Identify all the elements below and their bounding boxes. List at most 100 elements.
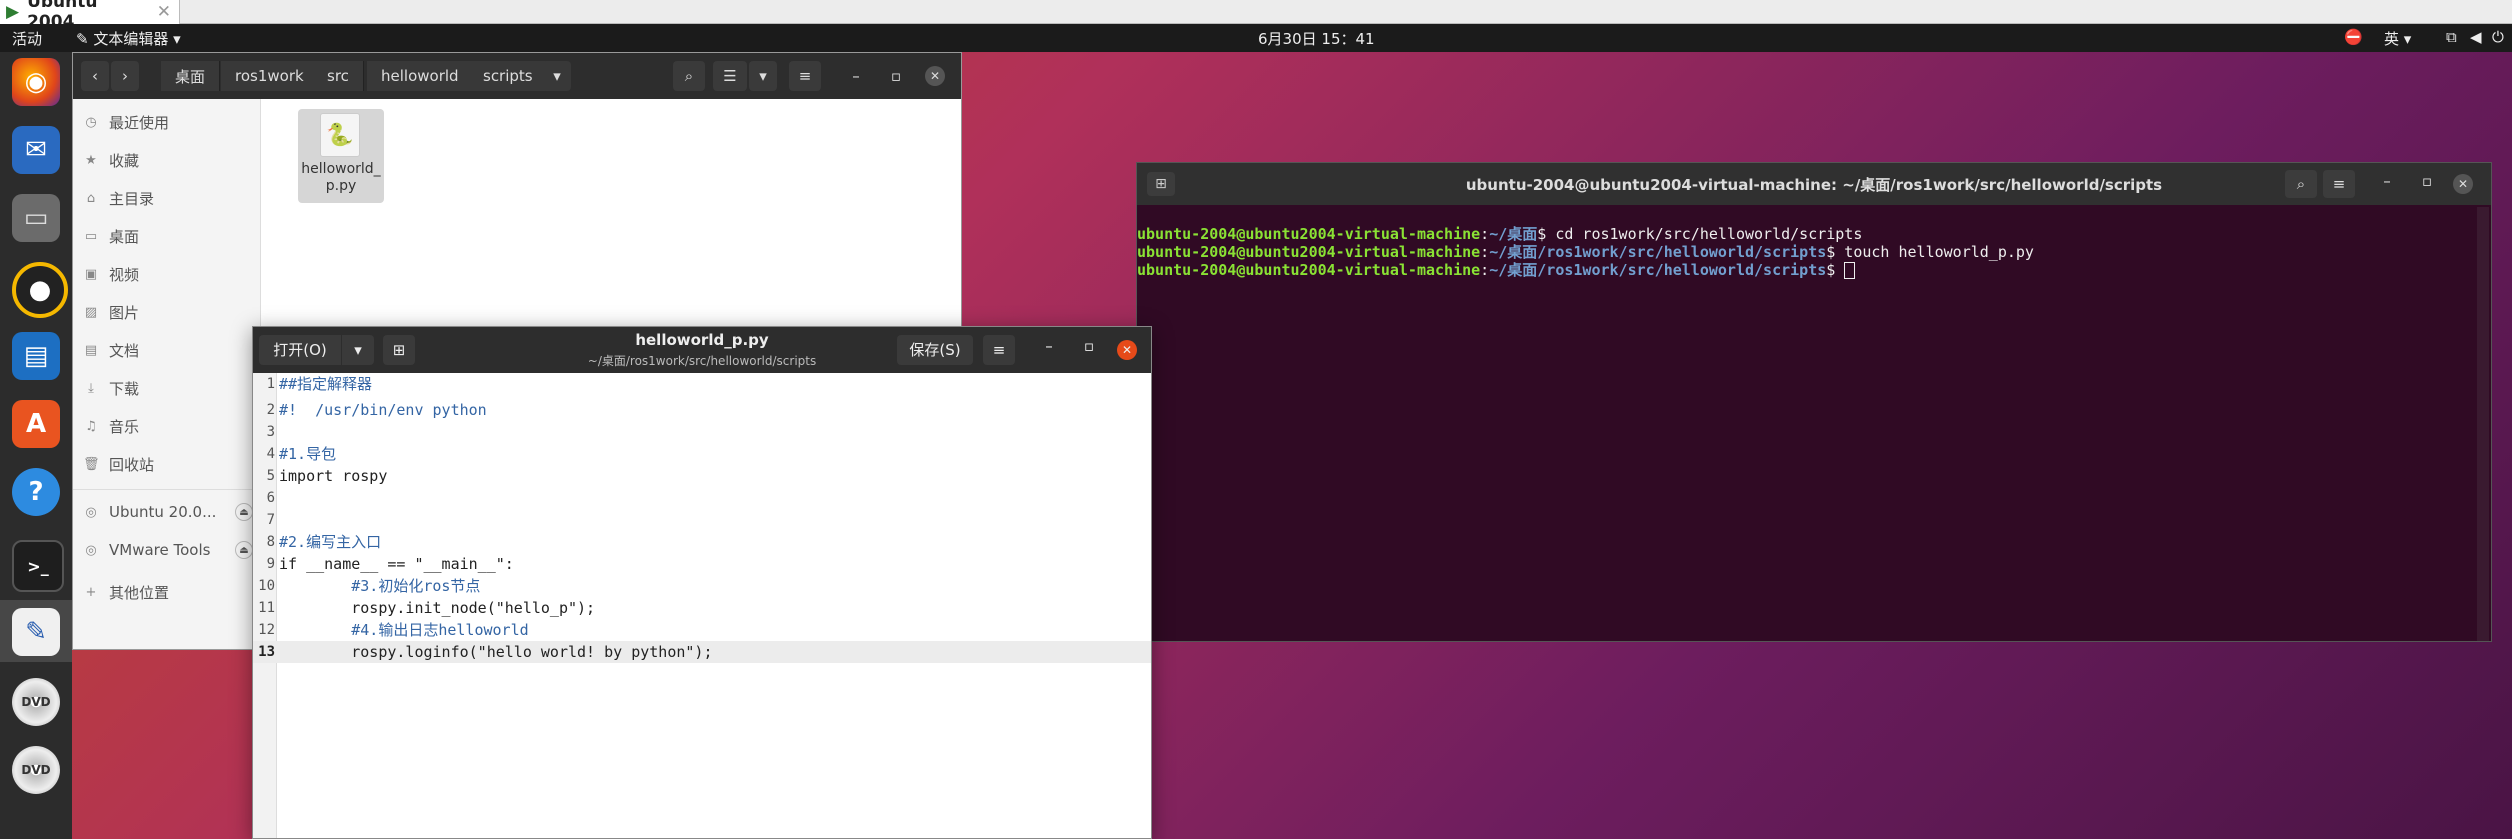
code-line: 5 import rospy [266,467,388,485]
terminal-line: ubuntu-2004@ubuntu2004-virtual-machine:~… [1137,243,2034,261]
vm-tab-strip [0,0,2512,24]
do-not-disturb-icon[interactable]: ⛔ [2344,28,2363,46]
sidebar-item-trash[interactable]: 🗑 回收站 [83,449,154,479]
code-line: 3 [266,424,275,440]
sidebar-item-ubuntu-drive[interactable]: ◎ Ubuntu 20.0... ⏏ [83,497,253,527]
scrollbar[interactable] [2477,207,2489,641]
code-line: 12 #4.输出日志helloworld [258,621,529,639]
pen-icon: ✎ [76,30,94,48]
minimize-icon[interactable]: – [2375,172,2399,190]
terminal-cursor [1844,262,1856,279]
places-sidebar: ◷ 最近使用 ★ 收藏 ⌂ 主目录 ▭ 桌面 ▣ 视频 ▨ 图片 ▤ 文档 ⤓ 下载 ♫ 音乐 🗑… [73,99,261,649]
file-manager-header: ‹ › 桌面 ros1work src helloworld scripts ▾… [73,53,961,99]
clock-icon: ◷ [85,114,97,130]
editor-subtitle: ~/桌面/ros1work/src/helloworld/scripts [587,354,817,368]
dvd-icon[interactable]: DVD [12,678,60,726]
sidebar-item-home[interactable]: ⌂ 主目录 [83,183,154,213]
input-method-indicator[interactable]: 英 ▾ [2384,28,2411,49]
close-icon[interactable]: ✕ [1117,340,1137,360]
maximize-icon[interactable]: ▫ [1077,337,1101,355]
sidebar-item-documents[interactable]: ▤ 文档 [83,335,139,365]
save-button[interactable]: 保存(S) [897,335,973,365]
terminal-titlebar: ⊞ ubuntu-2004@ubuntu2004-virtual-machine… [1137,163,2491,205]
thunderbird-icon[interactable]: ✉ [12,126,60,174]
app-menu[interactable]: ✎ 文本编辑器 ▾ [76,28,181,49]
activities-button[interactable]: 活动 [12,28,42,49]
sidebar-item-downloads[interactable]: ⤓ 下载 [83,373,139,403]
hamburger-menu-icon[interactable]: ≡ [983,335,1015,365]
breadcrumb-desktop[interactable]: 桌面 [161,61,221,91]
dvd-icon[interactable]: DVD [12,746,60,794]
hamburger-menu-icon[interactable]: ≡ [2323,170,2355,198]
software-center-icon[interactable]: A [12,400,60,448]
dock: ◉ ✉ ▭ ● ▤ A ? >_ ✎ DVD DVD [0,52,72,839]
sidebar-item-videos[interactable]: ▣ 视频 [83,259,139,289]
network-icon[interactable]: ⧉ [2446,28,2457,46]
sidebar-item-pictures[interactable]: ▨ 图片 [83,297,139,327]
terminal-output[interactable]: ubuntu-2004@ubuntu2004-virtual-machine:~… [1137,207,2491,641]
eject-icon[interactable]: ⏏ [235,503,253,521]
search-icon[interactable]: ⌕ [2285,170,2317,198]
search-icon[interactable]: ⌕ [673,61,705,91]
code-line: 9 if __name__ == "__main__": [266,555,514,573]
forward-icon[interactable]: › [111,61,139,91]
help-icon[interactable]: ? [12,468,60,516]
volume-icon[interactable]: ◀ [2470,28,2482,46]
close-icon[interactable]: ✕ [2453,174,2473,194]
divider [73,489,259,490]
python-file-icon: 🐍 [320,113,360,157]
code-line: 11 rospy.init_node("hello_p"); [258,599,596,617]
sidebar-item-other-locations[interactable]: + 其他位置 [83,577,169,607]
terminal-icon[interactable]: >_ [12,540,64,592]
terminal-line: ubuntu-2004@ubuntu2004-virtual-machine:~… [1137,225,1863,243]
code-view[interactable]: 1 ##指定解释器 2 #! /usr/bin/env python 3 4 #1.导… [253,373,1151,838]
breadcrumb-scripts[interactable]: scripts [469,61,548,91]
chevron-down-icon[interactable]: ▾ [543,61,571,91]
editor-headerbar: 打开(O) ▾ ⊞ helloworld_p.py ~/桌面/ros1work/… [253,327,1151,373]
star-icon: ★ [85,152,97,168]
minimize-icon[interactable]: – [843,61,869,91]
firefox-icon[interactable]: ◉ [12,58,60,106]
vm-tab[interactable]: ▶ Ubuntu 2004 ✕ [0,0,180,32]
writer-icon[interactable]: ▤ [12,332,60,380]
code-line: 2 #! /usr/bin/env python [266,401,487,419]
minimize-icon[interactable]: – [1037,337,1061,355]
desktop-icon: ▭ [84,228,98,244]
drive-icon: ◎ [85,504,97,520]
breadcrumb-src[interactable]: src [313,61,364,91]
rhythmbox-icon[interactable]: ● [12,262,68,318]
maximize-icon[interactable]: ▫ [2415,172,2439,190]
trash-icon: 🗑 [83,456,100,472]
sidebar-item-desktop[interactable]: ▭ 桌面 [83,221,139,251]
home-icon: ⌂ [86,190,96,206]
chevron-down-icon[interactable]: ▾ [749,61,777,91]
breadcrumb-helloworld[interactable]: helloworld [367,61,474,91]
top-bar: 活动 ✎ 文本编辑器 ▾ 6月30日 15：41 ⛔ 英 ▾ ⧉ ◀ ⏻ [0,24,2512,52]
breadcrumb-ros1work[interactable]: ros1work [221,61,319,91]
sidebar-item-vmware-tools[interactable]: ◎ VMware Tools ⏏ [83,535,253,565]
eject-icon[interactable]: ⏏ [235,541,253,559]
terminal-window: ⊞ ubuntu-2004@ubuntu2004-virtual-machine… [1136,162,2492,642]
hamburger-menu-icon[interactable]: ≡ [789,61,821,91]
app-menu-label: 文本编辑器 ▾ [93,30,181,48]
sidebar-item-starred[interactable]: ★ 收藏 [83,145,139,175]
files-icon[interactable]: ▭ [12,194,60,242]
text-editor-icon[interactable]: ✎ [12,608,60,656]
plus-icon: + [85,584,97,600]
clock[interactable]: 6月30日 15：41 [1258,28,1375,49]
video-icon: ▣ [84,266,98,282]
code-line: 10 #3.初始化ros节点 [258,577,481,595]
file-item-helloworld-p[interactable]: 🐍 helloworld_ p.py [298,109,384,203]
sidebar-item-recent[interactable]: ◷ 最近使用 [83,107,169,137]
music-icon: ♫ [85,418,97,434]
view-list-icon[interactable]: ☰ [713,61,747,91]
power-icon[interactable]: ⏻ [2492,28,2504,46]
maximize-icon[interactable]: ▫ [883,61,909,91]
sidebar-item-music[interactable]: ♫ 音乐 [83,411,139,441]
close-icon[interactable]: ✕ [925,66,945,86]
close-icon[interactable]: ✕ [157,2,171,22]
terminal-line: ubuntu-2004@ubuntu2004-virtual-machine:~… [1137,261,2491,279]
code-line: 7 [266,512,275,528]
back-icon[interactable]: ‹ [81,61,109,91]
document-icon: ▤ [84,342,98,358]
